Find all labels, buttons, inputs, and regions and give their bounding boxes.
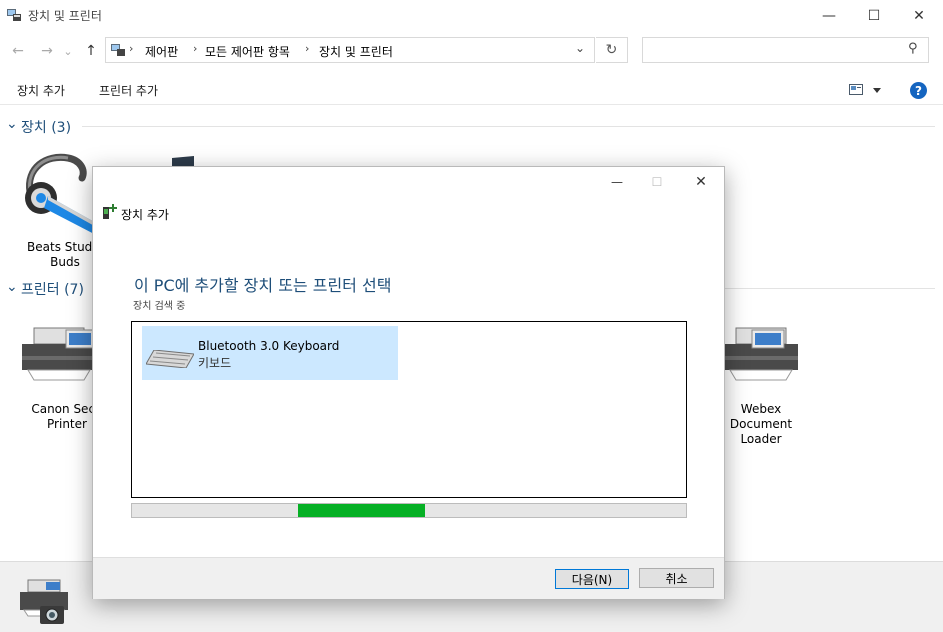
close-button[interactable]: ✕ <box>896 0 942 31</box>
group-divider <box>725 288 935 289</box>
maximize-icon: ☐ <box>651 175 663 189</box>
forward-arrow-icon: → <box>41 43 53 59</box>
add-device-icon <box>103 204 117 219</box>
device-list[interactable]: Bluetooth 3.0 Keyboard 키보드 <box>131 321 687 498</box>
dialog-close-button[interactable]: ✕ <box>687 173 715 191</box>
recent-locations-button[interactable]: ⌄ <box>61 40 75 62</box>
breadcrumb-separator: › <box>193 42 198 55</box>
cancel-button-label: 취소 <box>665 571 688 586</box>
help-icon: ? <box>915 83 922 98</box>
printers-group-header[interactable]: 프린터 (7) <box>21 279 84 299</box>
breadcrumb-all-items[interactable]: 모든 제어판 항목 <box>205 43 290 60</box>
add-device-command[interactable]: 장치 추가 <box>17 82 65 99</box>
address-dropdown-icon[interactable]: ⌄ <box>575 41 585 55</box>
view-dropdown-icon[interactable] <box>873 88 881 93</box>
breadcrumb-separator: › <box>129 42 134 55</box>
dialog-heading: 이 PC에 추가할 장치 또는 프린터 선택 <box>134 276 392 295</box>
search-status: 장치 검색 중 <box>133 301 186 312</box>
printer-label-line: Document <box>729 417 793 431</box>
help-button[interactable]: ? <box>910 82 927 99</box>
window-title: 장치 및 프린터 <box>28 9 102 23</box>
maximize-icon: ☐ <box>867 7 881 24</box>
device-name: Bluetooth 3.0 Keyboard <box>198 339 340 353</box>
back-button[interactable]: ← <box>8 40 28 62</box>
next-button[interactable]: 다음(N) <box>555 569 629 589</box>
device-type: 키보드 <box>198 356 232 370</box>
minimize-icon: — <box>822 7 836 24</box>
headset-icon[interactable] <box>22 150 98 236</box>
printer-label-line: Webex <box>740 402 782 416</box>
printer-label-line: Loader <box>740 432 782 446</box>
minimize-icon: — <box>611 175 623 189</box>
device-item-bluetooth-keyboard[interactable]: Bluetooth 3.0 Keyboard 키보드 <box>142 326 398 380</box>
cancel-button[interactable]: 취소 <box>639 568 714 588</box>
keyboard-icon <box>146 350 194 368</box>
forward-button[interactable]: → <box>37 40 57 62</box>
progress-fill <box>298 504 425 517</box>
close-icon: ✕ <box>695 174 707 190</box>
control-panel-icon <box>111 44 125 56</box>
dialog-maximize-button: ☐ <box>643 173 671 191</box>
maximize-button[interactable]: ☐ <box>851 0 897 31</box>
dialog-minimize-button[interactable]: — <box>603 173 631 191</box>
printer-item-webex[interactable]: Webex Document Loader <box>716 402 806 447</box>
up-arrow-icon: ↑ <box>85 43 97 59</box>
devices-printers-icon <box>7 9 21 21</box>
printers-group-chevron[interactable]: ⌄ <box>6 279 18 295</box>
search-input[interactable]: ⚲ <box>642 37 929 63</box>
add-printer-command[interactable]: 프린터 추가 <box>99 82 158 99</box>
title-bar: 장치 및 프린터 — ☐ ✕ <box>0 0 943 31</box>
search-icon: ⚲ <box>908 41 918 56</box>
breadcrumb-devices-printers[interactable]: 장치 및 프린터 <box>319 43 393 60</box>
up-button[interactable]: ↑ <box>81 40 101 62</box>
dialog-title: 장치 추가 <box>121 208 169 222</box>
back-arrow-icon: ← <box>12 43 24 59</box>
group-divider <box>82 126 935 127</box>
address-bar[interactable]: › 제어판 › 모든 제어판 항목 › 장치 및 프린터 ⌄ <box>105 37 595 63</box>
add-device-dialog: — ☐ ✕ 장치 추가 이 PC에 추가할 장치 또는 프린터 선택 장치 검색… <box>92 166 725 599</box>
breadcrumb-control-panel[interactable]: 제어판 <box>145 43 178 60</box>
change-view-icon[interactable] <box>849 84 863 95</box>
refresh-button[interactable]: ↻ <box>596 37 628 63</box>
printer-icon[interactable] <box>20 326 98 382</box>
devices-group-header[interactable]: 장치 (3) <box>21 117 71 137</box>
refresh-icon: ↻ <box>605 42 618 58</box>
next-button-label: 다음(N) <box>571 572 613 587</box>
devices-group-chevron[interactable]: ⌄ <box>6 116 18 132</box>
dialog-footer: 다음(N) 취소 <box>93 557 724 599</box>
close-icon: ✕ <box>913 7 925 24</box>
printer-icon[interactable] <box>722 326 800 382</box>
chevron-down-icon: ⌄ <box>63 44 73 58</box>
breadcrumb-separator: › <box>305 42 310 55</box>
search-progress-bar <box>131 503 687 518</box>
printer-camera-icon <box>20 579 68 624</box>
minimize-button[interactable]: — <box>806 0 852 31</box>
